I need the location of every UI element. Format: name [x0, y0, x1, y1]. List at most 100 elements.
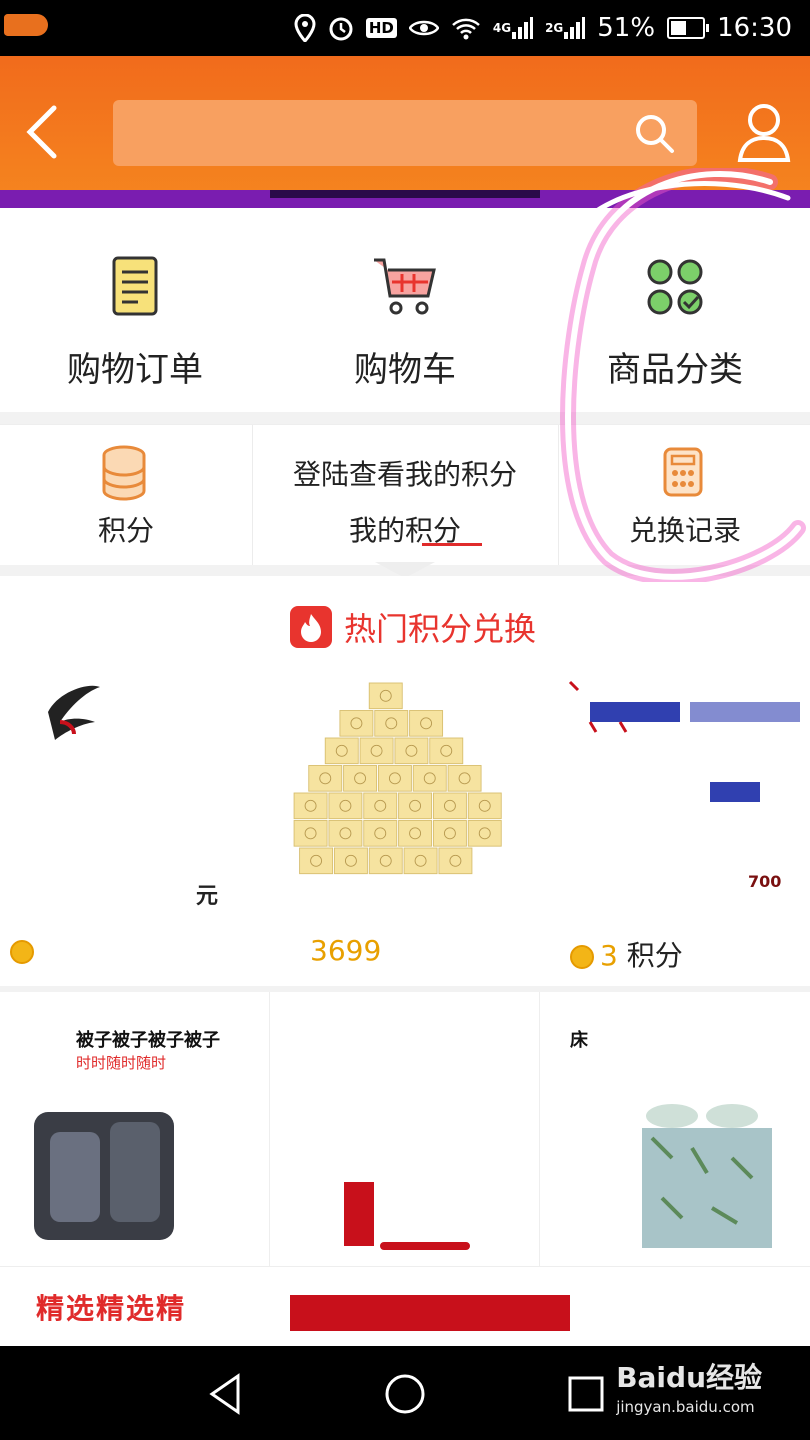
- order-list-icon: [112, 256, 158, 316]
- grid-item[interactable]: [270, 992, 540, 1266]
- tissue-box: [438, 847, 473, 875]
- featured-label[interactable]: 精选精选精: [36, 1287, 186, 1327]
- my-points-panel[interactable]: 登陆查看我的积分 我的积分: [252, 425, 558, 565]
- product-price: 3 积分: [570, 934, 683, 974]
- nav-back-icon[interactable]: [204, 1372, 248, 1416]
- coin-stack-icon: [102, 445, 146, 501]
- watermark-url: jingyan.baidu.com: [616, 1398, 755, 1416]
- tissue-box: [299, 847, 334, 875]
- battery-icon: [667, 17, 710, 39]
- tissue-box: [359, 737, 394, 765]
- tissue-box: [429, 737, 464, 765]
- header-divider: [0, 190, 810, 210]
- tissue-box: [432, 792, 467, 820]
- location-icon: [294, 14, 316, 42]
- product-tag: 700: [748, 872, 782, 891]
- tissue-box: [293, 792, 328, 820]
- tissue-box: [324, 737, 359, 765]
- clock: 16:30: [717, 13, 792, 43]
- quick-entry-cart[interactable]: 购物车: [270, 208, 540, 412]
- tissue-box: [363, 820, 398, 847]
- exchange-record-entry[interactable]: 兑换记录: [558, 425, 810, 565]
- section-title-text: 热门积分兑换: [344, 610, 537, 648]
- quick-entry-label: 购物订单: [67, 350, 203, 390]
- login-prompt[interactable]: 登陆查看我的积分: [252, 453, 558, 493]
- nav-home-icon[interactable]: [383, 1372, 427, 1416]
- fire-icon: [290, 606, 332, 648]
- points-label: 积分: [97, 514, 154, 547]
- featured-strip: 精选精选精: [0, 1266, 810, 1347]
- tissue-box: [377, 765, 412, 792]
- hot-exchange-section: 热门积分兑换 元 3699 700 3 积分: [0, 576, 810, 986]
- quick-entry-label: 商品分类: [607, 350, 743, 390]
- quick-entry-row: 购物订单 购物车 商品分类: [0, 208, 810, 412]
- back-button[interactable]: [20, 100, 68, 164]
- chevron-left-icon: [26, 105, 57, 159]
- grid-item-title: 床: [570, 1030, 588, 1051]
- product-card[interactable]: 700 3 积分: [560, 672, 810, 972]
- eye-icon: [408, 18, 439, 38]
- grid-item[interactable]: 被子被子被子被子 时时随时随时: [0, 992, 270, 1266]
- notification-icon: [4, 14, 48, 36]
- wifi-icon: [451, 16, 481, 40]
- battery-fill: [671, 21, 687, 35]
- tissue-box: [368, 847, 403, 875]
- product-tag: 元: [196, 884, 219, 909]
- product-card[interactable]: 元: [0, 672, 250, 972]
- product-image: [293, 682, 502, 875]
- tissue-box: [409, 710, 444, 737]
- user-icon: [737, 104, 791, 162]
- section-title: 热门积分兑换: [290, 604, 536, 650]
- status-bar: HD 4G 2G 51% 16:30: [0, 0, 810, 56]
- tissue-box: [368, 682, 403, 710]
- tissue-box: [394, 737, 429, 765]
- quick-entry-orders[interactable]: 购物订单: [0, 208, 270, 412]
- tissue-box: [467, 792, 502, 820]
- product-price: 3699: [310, 934, 382, 967]
- category-grid-icon: [647, 259, 703, 315]
- grid-item-subtitle: 时时随时随时: [76, 1054, 167, 1072]
- search-icon[interactable]: [633, 112, 675, 154]
- battery-percent: 51%: [597, 13, 656, 43]
- search-bar[interactable]: [113, 100, 697, 166]
- quick-entry-categories[interactable]: 商品分类: [540, 208, 810, 412]
- tissue-box: [374, 710, 409, 737]
- product-card[interactable]: 3699: [270, 672, 540, 972]
- promo-banner[interactable]: [290, 1295, 570, 1331]
- tissue-box: [467, 820, 502, 847]
- coin-icon: [10, 940, 34, 964]
- search-input[interactable]: [129, 112, 633, 156]
- tissue-box: [328, 820, 363, 847]
- alarm-icon: [328, 15, 354, 41]
- points-row: 积分 登陆查看我的积分 我的积分 兑换记录: [0, 424, 810, 565]
- nav-recents-icon[interactable]: [564, 1372, 608, 1416]
- product-image: [568, 680, 800, 802]
- tissue-box: [447, 765, 482, 792]
- tissue-box: [308, 765, 343, 792]
- product-grid: 被子被子被子被子 时时随时随时 床: [0, 992, 810, 1266]
- calculator-icon: [663, 447, 703, 497]
- red-underline: [422, 543, 482, 546]
- user-profile-button[interactable]: [736, 100, 792, 164]
- exchange-record-label: 兑换记录: [628, 514, 741, 547]
- coin-icon: [570, 945, 594, 969]
- grid-item[interactable]: 床: [540, 992, 809, 1266]
- tissue-box: [328, 792, 363, 820]
- tissue-box: [363, 792, 398, 820]
- product-image: [48, 685, 100, 740]
- tissue-box: [343, 765, 378, 792]
- grid-item-title: 被子被子被子被子: [76, 1030, 220, 1051]
- hd-icon: HD: [365, 18, 397, 38]
- my-points-label: 我的积分: [348, 514, 461, 547]
- tissue-box: [398, 792, 433, 820]
- tissue-box: [339, 710, 374, 737]
- tissue-box: [432, 820, 467, 847]
- product-thumbnail: [34, 1112, 174, 1240]
- tissue-box: [403, 847, 438, 875]
- watermark: Baidu经验 jingyan.baidu.com: [616, 1356, 762, 1416]
- points-entry[interactable]: 积分: [0, 425, 253, 565]
- tissue-box: [398, 820, 433, 847]
- quick-entry-label: 购物车: [354, 350, 456, 390]
- product-thumbnail: [642, 1104, 772, 1248]
- shopping-cart-icon: [374, 258, 436, 315]
